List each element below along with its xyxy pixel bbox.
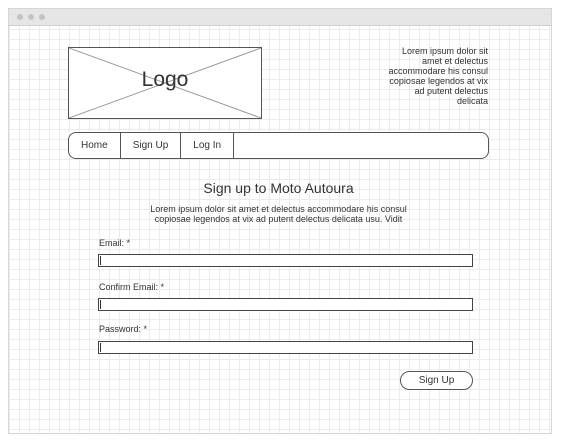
logo-text: Logo (141, 68, 189, 91)
header-copy-line: delicata (456, 96, 488, 106)
password-field[interactable] (98, 341, 473, 354)
header-copy-line: Lorem ipsum dolor sit (401, 46, 488, 56)
form-title: Sign up to Moto Autoura (203, 180, 354, 196)
text-caret (100, 343, 101, 352)
confirm-email-field[interactable] (98, 298, 473, 311)
browser-window: Logo Lorem ipsum dolor sit amet et delec… (8, 8, 552, 434)
sign-up-button[interactable]: Sign Up (400, 371, 473, 390)
window-titlebar (9, 9, 551, 26)
text-caret (100, 300, 101, 309)
email-field[interactable] (98, 254, 473, 267)
form-description-line: Lorem ipsum dolor sit amet et delectus a… (150, 204, 407, 214)
header-copy: Lorem ipsum dolor sit amet et delectus a… (349, 46, 488, 106)
form-description: Lorem ipsum dolor sit amet et delectus a… (129, 204, 428, 224)
logo-placeholder: Logo (68, 47, 262, 119)
password-label: Password: * (99, 324, 148, 334)
nav-item-sign-up[interactable]: Sign Up (121, 133, 182, 158)
text-caret (100, 256, 101, 265)
email-label: Email: * (99, 238, 131, 248)
window-control-dot-icon[interactable] (39, 14, 45, 20)
form-description-line: copiosae legendos at vix ad putent delec… (154, 214, 403, 224)
header-copy-line: copiosae legendos at vix (389, 76, 488, 86)
window-control-dot-icon[interactable] (17, 14, 23, 20)
nav-item-log-in[interactable]: Log In (181, 133, 235, 158)
nav-item-home[interactable]: Home (69, 133, 121, 158)
window-control-dot-icon[interactable] (28, 14, 34, 20)
confirm-email-label: Confirm Email: * (99, 282, 165, 292)
header-copy-line: ad putent delectus (414, 86, 488, 96)
header-copy-line: accommodare his consul (388, 66, 488, 76)
header-copy-line: amet et delectus (421, 56, 488, 66)
main-nav: Home Sign Up Log In (68, 132, 489, 159)
